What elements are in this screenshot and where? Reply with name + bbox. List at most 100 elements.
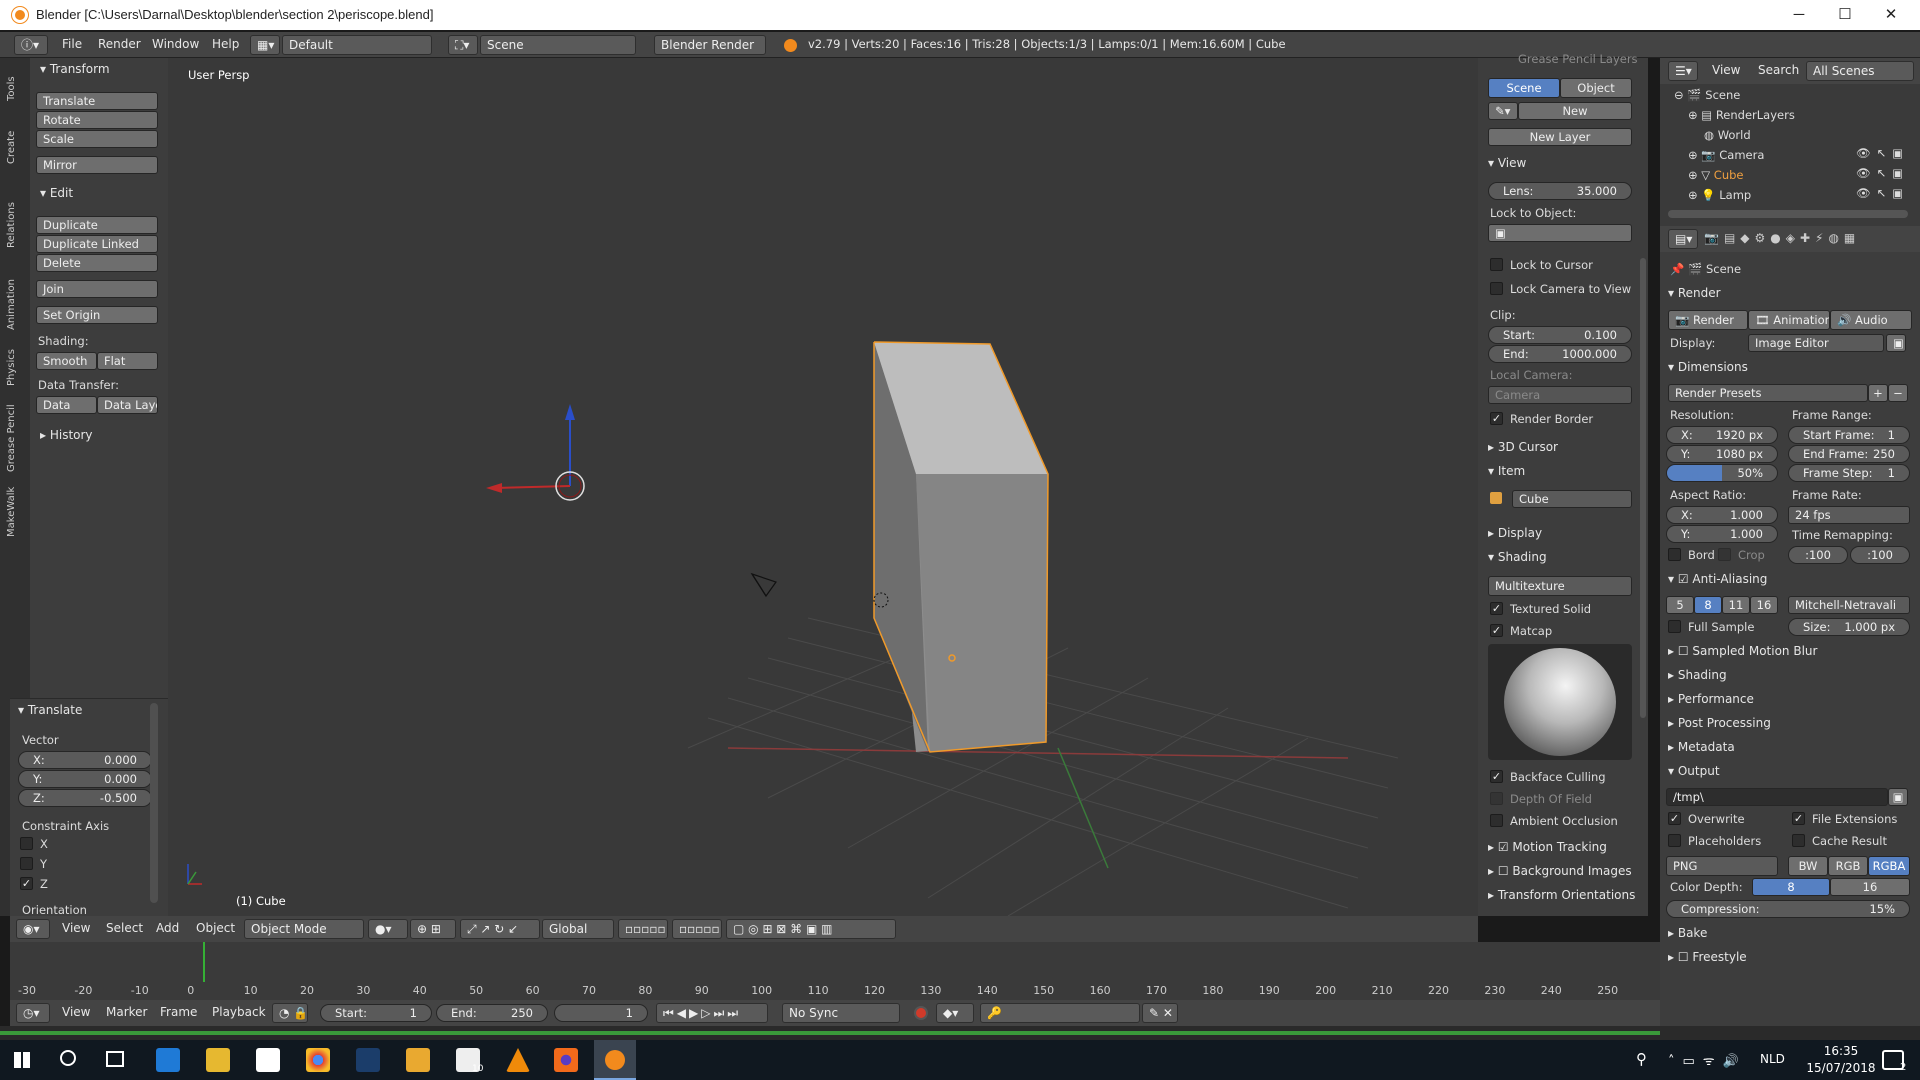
- display-toggle-icon[interactable]: ▣: [1886, 334, 1906, 352]
- translate-button[interactable]: Translate: [36, 92, 158, 110]
- constraint-z-checkbox[interactable]: ✓: [20, 877, 33, 890]
- chrome-icon[interactable]: [306, 1048, 330, 1072]
- end-frame-field[interactable]: End Frame: 250: [1788, 445, 1910, 463]
- fps-select[interactable]: 24 fps: [1788, 506, 1910, 524]
- transform-orientations-panel-header[interactable]: ▸ Transform Orientations: [1488, 888, 1635, 902]
- mode-select[interactable]: Object Mode: [244, 919, 364, 939]
- output-panel-header[interactable]: ▾ Output: [1668, 764, 1720, 778]
- add-preset-button[interactable]: +: [1868, 384, 1888, 402]
- object-tab-button[interactable]: Object: [1560, 78, 1632, 98]
- screen-layout-icon[interactable]: ▦▾: [250, 35, 280, 55]
- layers-block-1[interactable]: ▫▫▫▫▫: [618, 919, 668, 939]
- properties-scrollbar[interactable]: [1640, 258, 1646, 718]
- resolution-percent-slider[interactable]: 50%: [1666, 464, 1778, 482]
- keyframe-insert-delete-icons[interactable]: ✎ ✕: [1142, 1003, 1178, 1023]
- vector-y-field[interactable]: Y: 0.000: [18, 770, 152, 788]
- filter-size-field[interactable]: Size: 1.000 px: [1788, 618, 1910, 636]
- timeline-menu-marker[interactable]: Marker: [106, 1005, 147, 1019]
- shading-render-panel-header[interactable]: ▸ Shading: [1668, 668, 1727, 682]
- timeline-region[interactable]: -30 -20 -10 0 10 20 30 40 50 60 70 80 90 100 110 120 130…: [10, 942, 1660, 1000]
- people-icon[interactable]: ⚲: [1636, 1050, 1647, 1068]
- menu-render[interactable]: Render: [98, 37, 141, 51]
- tab-grease-pencil[interactable]: Grease Pencil: [6, 398, 26, 478]
- background-images-panel-header[interactable]: ▸ ☐ Background Images: [1488, 864, 1632, 878]
- post-processing-panel-header[interactable]: ▸ Post Processing: [1668, 716, 1771, 730]
- file-extensions-checkbox[interactable]: ✓: [1792, 812, 1805, 825]
- aa-filter-select[interactable]: Mitchell-Netravali: [1788, 596, 1910, 614]
- cube-visibility-icons[interactable]: 👁↖▣: [1856, 166, 1909, 180]
- layers-block-2[interactable]: ▫▫▫▫▫: [672, 919, 722, 939]
- aspect-y-field[interactable]: Y: 1.000: [1666, 525, 1778, 543]
- item-panel-header[interactable]: ▾ Item: [1488, 464, 1525, 478]
- maximize-button[interactable]: ☐: [1822, 0, 1868, 30]
- rgb-button[interactable]: RGB: [1828, 856, 1868, 876]
- view3d-menu-add[interactable]: Add: [156, 921, 179, 935]
- smooth-button[interactable]: Smooth: [36, 352, 97, 370]
- outliner-scrollbar[interactable]: [1668, 210, 1908, 218]
- lock-camera-checkbox[interactable]: [1490, 282, 1503, 295]
- view-panel-header[interactable]: ▾ View: [1488, 156, 1526, 170]
- constraint-x-checkbox[interactable]: [20, 837, 33, 850]
- backface-culling-checkbox[interactable]: ✓: [1490, 770, 1503, 783]
- timeline-menu-playback[interactable]: Playback: [212, 1005, 266, 1019]
- bw-button[interactable]: BW: [1788, 856, 1828, 876]
- lamp-visibility-icons[interactable]: 👁↖▣: [1856, 186, 1909, 200]
- aa-5-button[interactable]: 5: [1666, 596, 1694, 614]
- tab-create[interactable]: Create: [6, 116, 26, 178]
- task-view-icon[interactable]: [106, 1051, 124, 1067]
- viewport-shading-select[interactable]: ●▾: [368, 919, 408, 939]
- motion-blur-panel-header[interactable]: ▸ ☐ Sampled Motion Blur: [1668, 644, 1817, 658]
- lock-to-cursor-checkbox[interactable]: [1490, 258, 1503, 271]
- editor-type-info-icon[interactable]: ⓘ▾: [14, 35, 48, 55]
- matcap-preview[interactable]: [1488, 644, 1632, 760]
- render-button[interactable]: 📷 Render: [1668, 310, 1748, 330]
- language-indicator[interactable]: NLD: [1760, 1052, 1785, 1066]
- bake-panel-header[interactable]: ▸ Bake: [1668, 926, 1707, 940]
- display-select[interactable]: Image Editor: [1748, 334, 1884, 352]
- outliner-menu-view[interactable]: View: [1712, 63, 1740, 77]
- matcap-checkbox[interactable]: ✓: [1490, 624, 1503, 637]
- outliner-display-select[interactable]: All Scenes: [1806, 61, 1914, 81]
- menu-window[interactable]: Window: [152, 37, 199, 51]
- constraint-y-checkbox[interactable]: [20, 857, 33, 870]
- rgba-button[interactable]: RGBA: [1868, 856, 1910, 876]
- tab-animation[interactable]: Animation: [6, 272, 26, 338]
- pivot-snap-icons[interactable]: ⊕ ⊞: [410, 919, 456, 939]
- item-name-field[interactable]: Cube: [1512, 490, 1632, 508]
- duplicate-linked-button[interactable]: Duplicate Linked: [36, 235, 158, 253]
- render-panel-header[interactable]: ▾ Render: [1668, 286, 1721, 300]
- vector-z-field[interactable]: Z: -0.500: [18, 789, 152, 807]
- flat-button[interactable]: Flat: [97, 352, 158, 370]
- vlc-icon[interactable]: [506, 1048, 530, 1072]
- clip-start-field[interactable]: Start: 0.100: [1488, 326, 1632, 344]
- view3d-menu-select[interactable]: Select: [106, 921, 143, 935]
- scene-icon[interactable]: ⛶▾: [448, 35, 478, 55]
- firefox-icon[interactable]: [554, 1048, 578, 1072]
- placeholders-checkbox[interactable]: [1668, 834, 1681, 847]
- aa-8-button[interactable]: 8: [1694, 596, 1722, 614]
- tab-physics[interactable]: Physics: [6, 342, 26, 394]
- vector-x-field[interactable]: X: 0.000: [18, 751, 152, 769]
- clip-end-field[interactable]: End: 1000.000: [1488, 345, 1632, 363]
- metadata-panel-header[interactable]: ▸ Metadata: [1668, 740, 1735, 754]
- motion-tracking-panel-header[interactable]: ▸ ☑ Motion Tracking: [1488, 840, 1607, 854]
- close-button[interactable]: ✕: [1868, 0, 1914, 30]
- blender-taskbar-active[interactable]: [594, 1040, 636, 1080]
- new-gp-button[interactable]: New: [1518, 102, 1632, 120]
- depth-16-button[interactable]: 16: [1830, 878, 1910, 896]
- duplicate-button[interactable]: Duplicate: [36, 216, 158, 234]
- tab-relations[interactable]: Relations: [6, 182, 26, 268]
- view3d-tool-icons[interactable]: ▢ ◎ ⊞ ⊠ ⌘ ▣ ▥: [726, 919, 896, 939]
- textured-solid-checkbox[interactable]: ✓: [1490, 602, 1503, 615]
- aa-11-button[interactable]: 11: [1722, 596, 1750, 614]
- playback-controls[interactable]: ⏮◀▶▷⏭⏭: [656, 1003, 768, 1023]
- history-panel-header[interactable]: ▸ History: [40, 428, 93, 442]
- media-icon[interactable]: [406, 1048, 430, 1072]
- scale-button[interactable]: Scale: [36, 130, 158, 148]
- resolution-x-field[interactable]: X: 1920 px: [1666, 426, 1778, 444]
- join-button[interactable]: Join: [36, 280, 158, 298]
- timeline-end-field[interactable]: End: 250: [436, 1004, 548, 1022]
- mirror-button[interactable]: Mirror: [36, 156, 158, 174]
- scene-tab-button[interactable]: Scene: [1488, 78, 1560, 98]
- remove-preset-button[interactable]: −: [1888, 384, 1908, 402]
